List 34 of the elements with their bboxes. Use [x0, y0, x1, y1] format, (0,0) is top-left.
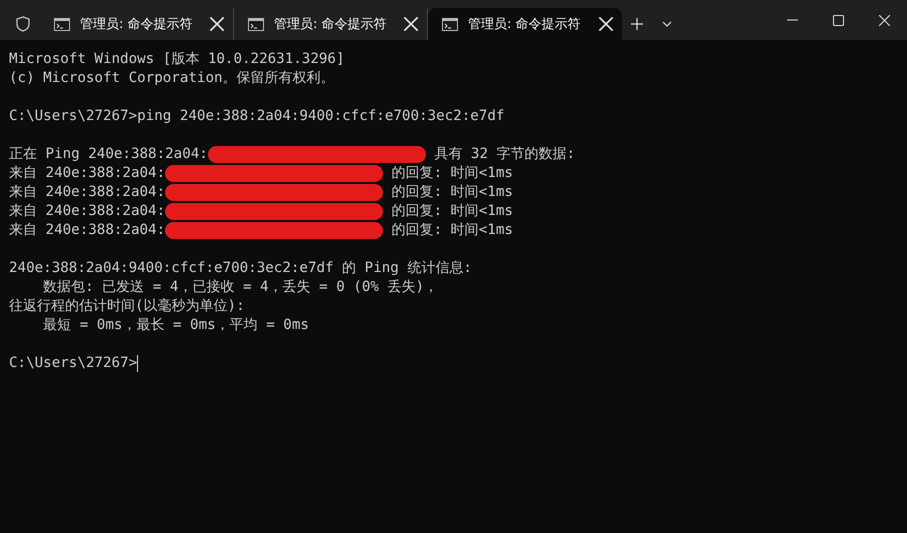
minimize-icon	[786, 19, 798, 21]
tab[interactable]: 管理员: 命令提示符	[428, 8, 622, 40]
console-text: 来自 240e:388:2a04:	[9, 164, 166, 183]
console-text: 具有 32 字节的数据:	[433, 145, 576, 164]
console-text: 正在 Ping 240e:388:2a04:	[9, 145, 208, 164]
terminal-icon	[442, 18, 458, 30]
console-text: 的回复: 时间<1ms	[390, 221, 513, 240]
console-text: C:\Users\27267>ping 240e:388:2a04:9400:cfcf:e700:3ec2:e7df	[9, 108, 504, 124]
close-icon	[878, 14, 890, 26]
terminal-icon	[54, 18, 70, 30]
chevron-down-icon	[662, 21, 672, 27]
console-text: 最短 = 0ms，最长 = 0ms，平均 = 0ms	[42, 317, 309, 333]
console-text: Microsoft Windows [版本 10.0.22631.3296]	[9, 51, 344, 67]
console-text: 的回复: 时间<1ms	[390, 202, 513, 221]
terminal-icon	[248, 18, 264, 30]
text-cursor	[137, 355, 138, 372]
console-text: 来自 240e:388:2a04:	[9, 202, 166, 221]
tab[interactable]: 管理员: 命令提示符	[40, 8, 234, 40]
close-icon[interactable]	[403, 16, 419, 32]
console-text: 的回复: 时间<1ms	[390, 183, 513, 202]
console-text: 240e:388:2a04:9400:cfcf:e700:3ec2:e7df 的 Ping 统计信息:	[9, 260, 472, 276]
console-text: 往返行程的估计时间(以毫秒为单位):	[9, 298, 245, 314]
tab[interactable]: 管理员: 命令提示符	[234, 8, 428, 40]
shield-icon	[16, 16, 30, 32]
command-prompt: C:\Users\27267>	[9, 354, 138, 373]
close-icon[interactable]	[598, 16, 614, 32]
console-text: 来自 240e:388:2a04:	[9, 183, 166, 202]
console-text: 数据包: 已发送 = 4，已接收 = 4，丢失 = 0 (0% 丢失)，	[42, 279, 438, 295]
console-text: 来自 240e:388:2a04:	[9, 221, 166, 240]
console-text: (c) Microsoft Corporation。保留所有权利。	[9, 70, 335, 86]
plus-icon	[631, 18, 643, 30]
maximize-icon	[832, 14, 844, 26]
close-icon[interactable]	[209, 16, 225, 32]
console-text: 的回复: 时间<1ms	[390, 164, 513, 183]
